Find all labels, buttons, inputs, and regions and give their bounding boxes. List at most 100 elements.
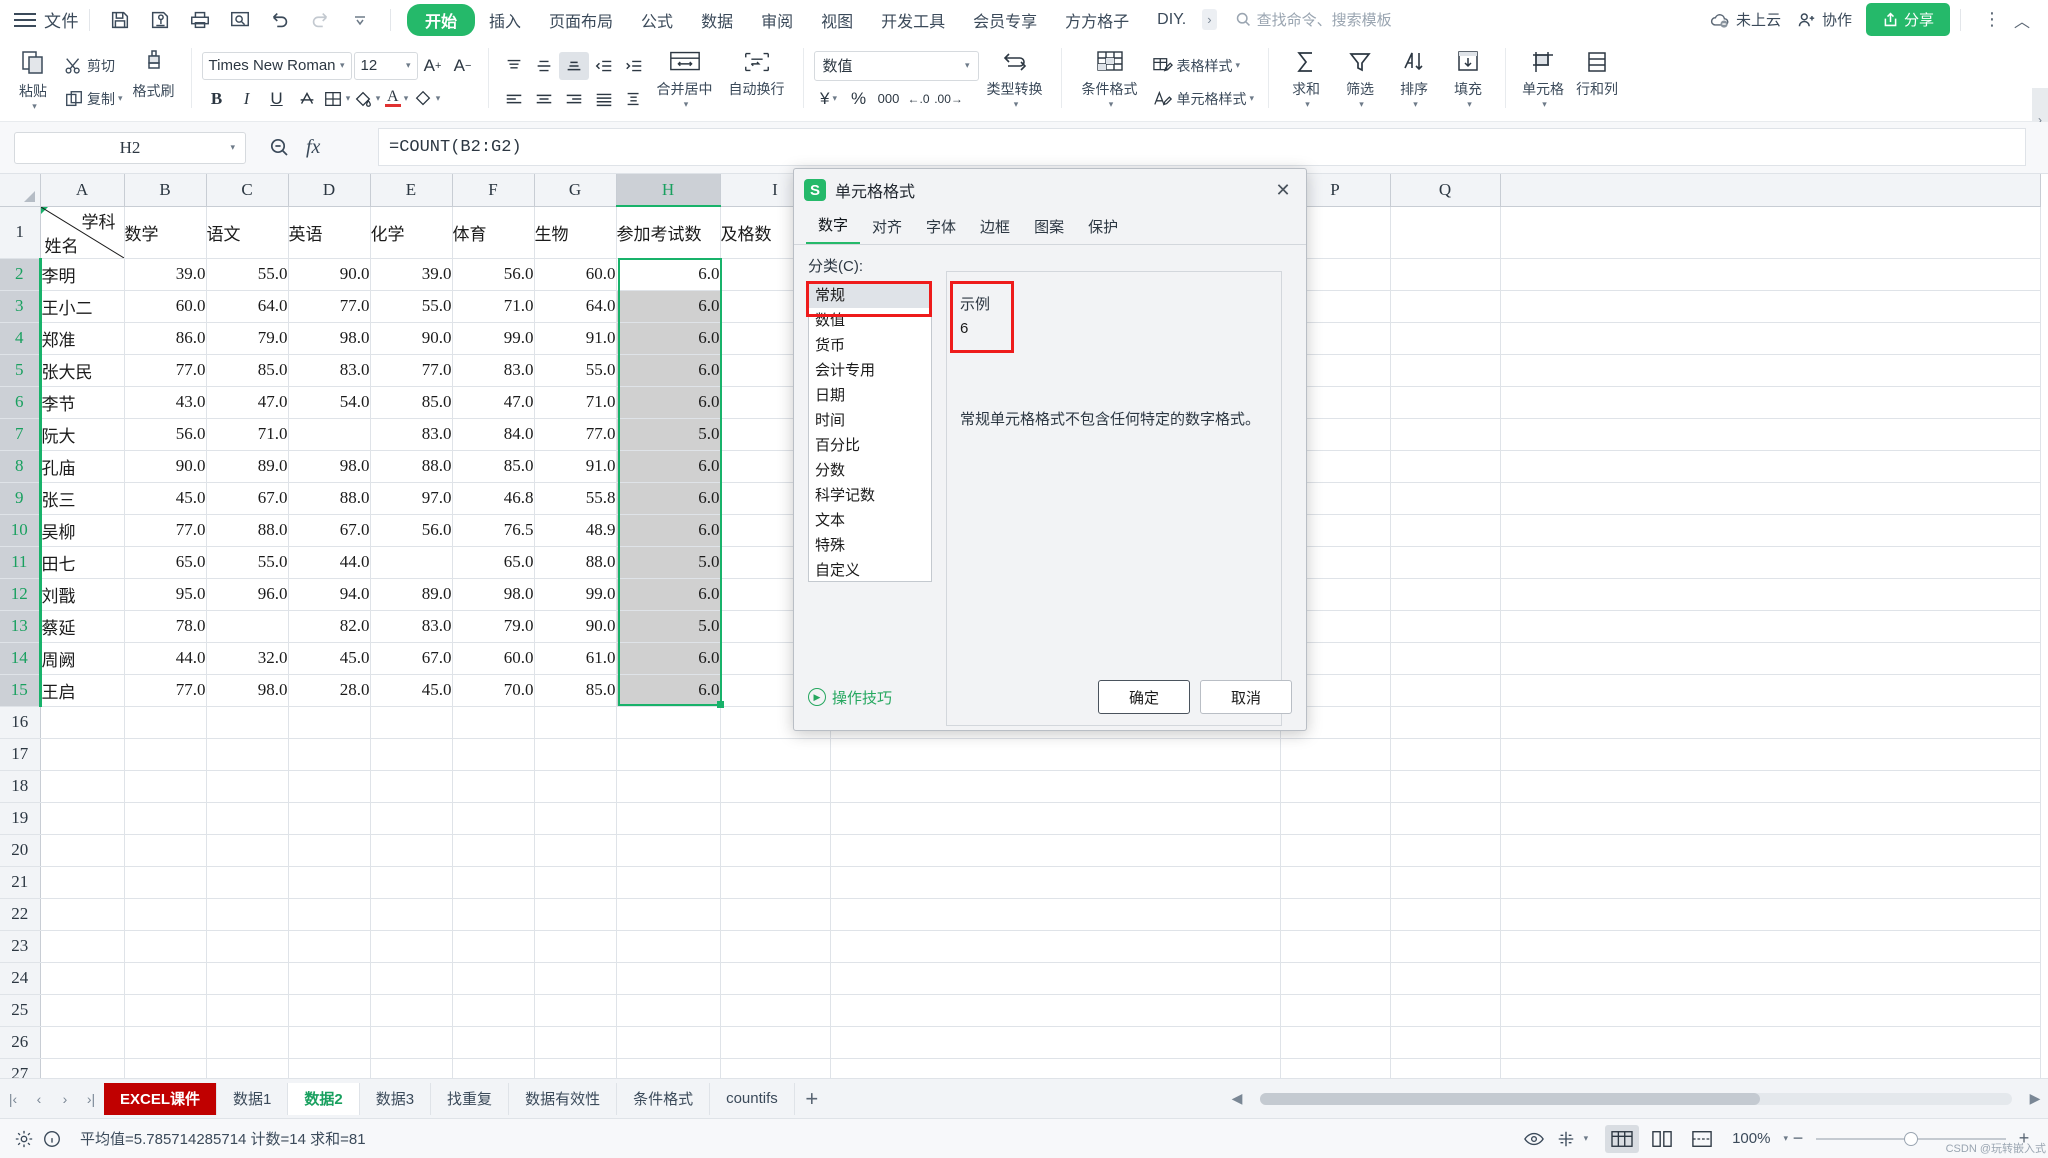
category-item-number[interactable]: 数值 (809, 308, 931, 333)
cell-Q10[interactable] (1390, 514, 1501, 547)
justify-button[interactable] (589, 85, 619, 113)
row-header-21[interactable]: 21 (0, 866, 41, 899)
cell-H25[interactable] (616, 994, 721, 1027)
chevron-down-icon[interactable]: ▾ (404, 93, 409, 104)
tab-page-layout[interactable]: 页面布局 (535, 4, 627, 36)
row-header-6[interactable]: 6 (0, 386, 42, 419)
first-sheet-icon[interactable]: |‹ (0, 1086, 26, 1112)
cell-Q26[interactable] (1390, 1026, 1501, 1059)
cell-spacer-18[interactable] (830, 770, 1281, 803)
cell-D14[interactable]: 45.0 (288, 642, 371, 675)
tab-diy[interactable]: DIY. (1143, 7, 1200, 33)
cell-Q5[interactable] (1390, 354, 1501, 387)
cell-F22[interactable] (452, 898, 535, 931)
tab-developer-tools[interactable]: 开发工具 (867, 4, 959, 36)
cell-H11[interactable]: 5.0 (616, 546, 721, 579)
cell-spacer-20[interactable] (830, 834, 1281, 867)
cell-D23[interactable] (288, 930, 371, 963)
cell-C9[interactable]: 67.0 (206, 482, 289, 515)
cell-I25[interactable] (720, 994, 831, 1027)
cell-Q24[interactable] (1390, 962, 1501, 995)
chevron-down-icon[interactable]: ▾ (1359, 99, 1364, 110)
cell-I23[interactable] (720, 930, 831, 963)
cell-D5[interactable]: 83.0 (288, 354, 371, 387)
cell-A5[interactable]: 张大民 (40, 354, 125, 387)
cell-P19[interactable] (1280, 802, 1391, 835)
cell-B16[interactable] (124, 706, 207, 739)
cell-B21[interactable] (124, 866, 207, 899)
cell-spacer-17[interactable] (830, 738, 1281, 771)
tab-overflow-icon[interactable]: › (1202, 9, 1217, 30)
search-box[interactable]: 查找命令、搜索模板 (1235, 9, 1392, 30)
cell-spacer-19[interactable] (830, 802, 1281, 835)
cell-A8[interactable]: 孔庙 (40, 450, 125, 483)
cell-F12[interactable]: 98.0 (452, 578, 535, 611)
cell-E18[interactable] (370, 770, 453, 803)
category-item-custom[interactable]: 自定义 (809, 558, 931, 581)
cell-E25[interactable] (370, 994, 453, 1027)
cell-G14[interactable]: 61.0 (534, 642, 617, 675)
clear-format-button[interactable]: ▾ (412, 84, 442, 114)
cell-P20[interactable] (1280, 834, 1391, 867)
cell-D2[interactable]: 90.0 (288, 258, 371, 291)
number-format-select[interactable]: 数值 ▾ (813, 50, 979, 81)
font-name-input[interactable]: Times New Roman ▾ (201, 51, 352, 80)
cell-A7[interactable]: 阮大 (40, 418, 125, 451)
horizontal-scroll-thumb[interactable] (1260, 1092, 1760, 1105)
cell-B12[interactable]: 95.0 (124, 578, 207, 611)
sheet-tab-conditional-format[interactable]: 条件格式 (617, 1082, 711, 1115)
chevron-down-icon[interactable]: ▾ (1014, 99, 1019, 110)
cell-C8[interactable]: 89.0 (206, 450, 289, 483)
tab-fangfanggezi[interactable]: 方方格子 (1051, 4, 1143, 36)
cell-B14[interactable]: 44.0 (124, 642, 207, 675)
tips-link[interactable]: ▶ 操作技巧 (808, 687, 892, 708)
cell-F18[interactable] (452, 770, 535, 803)
fill-color-button[interactable]: ▾ (352, 84, 382, 114)
cell-D10[interactable]: 67.0 (288, 514, 371, 547)
cell-P26[interactable] (1280, 1026, 1391, 1059)
cell-G22[interactable] (534, 898, 617, 931)
cell-B10[interactable]: 77.0 (124, 514, 207, 547)
row-header-8[interactable]: 8 (0, 450, 42, 483)
category-item-text[interactable]: 文本 (809, 508, 931, 533)
last-sheet-icon[interactable]: ›| (78, 1086, 104, 1112)
close-icon[interactable]: ✕ (1270, 177, 1296, 203)
cell-rest-19[interactable] (1500, 802, 2041, 835)
cell-C14[interactable]: 32.0 (206, 642, 289, 675)
cell-D20[interactable] (288, 834, 371, 867)
bold-button[interactable]: B (202, 84, 232, 114)
cell-G9[interactable]: 55.8 (534, 482, 617, 515)
cell-P22[interactable] (1280, 898, 1391, 931)
cancel-button[interactable]: 取消 (1200, 680, 1292, 714)
col-header-B[interactable]: B (124, 174, 207, 207)
cell-D22[interactable] (288, 898, 371, 931)
sort-button[interactable]: 排序 ▾ (1387, 44, 1441, 118)
cell-H8[interactable]: 6.0 (616, 450, 721, 483)
category-item-special[interactable]: 特殊 (809, 533, 931, 558)
decrease-indent-button[interactable] (589, 52, 619, 80)
cell-H24[interactable] (616, 962, 721, 995)
wrap-text-button[interactable]: 自动换行 (721, 44, 793, 118)
col-header-Q[interactable]: Q (1390, 174, 1501, 207)
cell-E26[interactable] (370, 1026, 453, 1059)
cell-B25[interactable] (124, 994, 207, 1027)
col-header-H[interactable]: H (616, 174, 721, 207)
cell-P18[interactable] (1280, 770, 1391, 803)
cell-rest-12[interactable] (1500, 578, 2041, 611)
row-header-11[interactable]: 11 (0, 546, 42, 579)
chevron-down-icon[interactable]: ▾ (1236, 60, 1241, 71)
formula-zoom-icon[interactable] (268, 136, 292, 160)
row-header-9[interactable]: 9 (0, 482, 42, 515)
cell-F20[interactable] (452, 834, 535, 867)
cell-B17[interactable] (124, 738, 207, 771)
cell-A26[interactable] (40, 1026, 125, 1059)
cell-B4[interactable]: 86.0 (124, 322, 207, 355)
cell-G23[interactable] (534, 930, 617, 963)
row-header-24[interactable]: 24 (0, 962, 41, 995)
cell-E2[interactable]: 39.0 (370, 258, 453, 291)
cell-C21[interactable] (206, 866, 289, 899)
align-bottom-button[interactable] (558, 51, 589, 80)
cell-C19[interactable] (206, 802, 289, 835)
cell-F2[interactable]: 56.0 (452, 258, 535, 291)
cell-spacer-22[interactable] (830, 898, 1281, 931)
